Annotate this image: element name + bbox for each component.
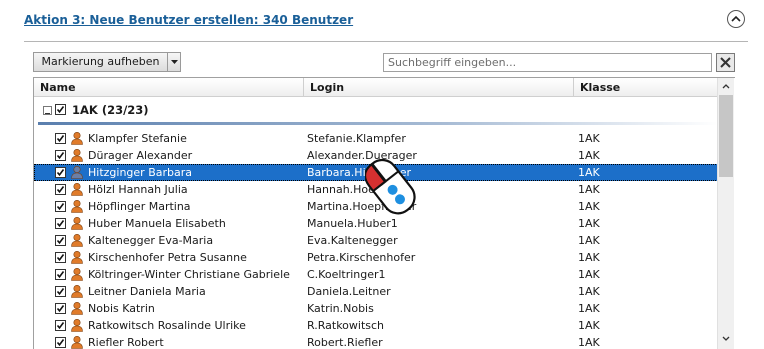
- chevron-up-icon: [722, 83, 730, 88]
- cell-name: Nobis Katrin: [88, 302, 155, 315]
- user-icon: [71, 250, 83, 264]
- group-row[interactable]: 1AK (23/23): [34, 100, 718, 120]
- row-checkbox[interactable]: [55, 218, 66, 229]
- user-icon: [71, 131, 83, 145]
- table-row[interactable]: Klampfer Stefanie Stefanie.Klampfer 1AK: [34, 130, 718, 147]
- cell-name: Ratkowitsch Rosalinde Ulrike: [88, 319, 246, 332]
- table-row[interactable]: Kaltenegger Eva-Maria Eva.Kaltenegger 1AK: [34, 232, 718, 249]
- user-icon: [71, 284, 83, 298]
- cell-login: Robert.Riefler: [307, 336, 383, 349]
- table-row[interactable]: Költringer-Winter Christiane Gabriele C.K…: [34, 266, 718, 283]
- cell-name: Hölzl Hannah Julia: [88, 183, 188, 196]
- close-icon: [720, 57, 731, 68]
- user-icon: [71, 335, 83, 349]
- user-icon: [71, 233, 83, 247]
- cell-name: Leitner Daniela Maria: [88, 285, 206, 298]
- cell-class: 1AK: [578, 132, 600, 145]
- cell-class: 1AK: [578, 200, 600, 213]
- cell-name: Dürager Alexander: [88, 149, 193, 162]
- cell-class: 1AK: [578, 336, 600, 349]
- cell-name: Költringer-Winter Christiane Gabriele: [88, 268, 290, 281]
- row-checkbox[interactable]: [55, 320, 66, 331]
- cell-class: 1AK: [578, 183, 600, 196]
- scroll-up-button[interactable]: [718, 78, 734, 94]
- group-checkbox[interactable]: [55, 104, 66, 115]
- chevron-up-icon: [731, 15, 741, 22]
- cell-class: 1AK: [578, 234, 600, 247]
- user-icon: [71, 199, 83, 213]
- table-row[interactable]: Nobis Katrin Katrin.Nobis 1AK: [34, 300, 718, 317]
- row-checkbox[interactable]: [55, 235, 66, 246]
- user-icon: [71, 318, 83, 332]
- column-header-class[interactable]: Klasse: [574, 78, 718, 97]
- scroll-down-button[interactable]: [718, 330, 734, 346]
- cell-name: Hitzginger Barbara: [88, 166, 192, 179]
- unmark-button[interactable]: Markierung aufheben: [34, 53, 168, 71]
- row-checkbox[interactable]: [55, 286, 66, 297]
- row-checkbox[interactable]: [55, 133, 66, 144]
- row-checkbox[interactable]: [55, 269, 66, 280]
- caret-down-icon: [170, 60, 178, 64]
- group-label: 1AK (23/23): [72, 103, 149, 117]
- cell-class: 1AK: [578, 251, 600, 264]
- user-icon: [71, 216, 83, 230]
- cell-login: Katrin.Nobis: [307, 302, 374, 315]
- section-title-link[interactable]: Aktion 3: Neue Benutzer erstellen: 340 B…: [24, 13, 353, 27]
- cell-login: Stefanie.Klampfer: [307, 132, 406, 145]
- table-row[interactable]: Kirschenhofer Petra Susanne Petra.Kirsche…: [34, 249, 718, 266]
- cell-login: Eva.Kaltenegger: [307, 234, 398, 247]
- cell-name: Kaltenegger Eva-Maria: [88, 234, 214, 247]
- header-divider: [24, 41, 748, 42]
- row-checkbox[interactable]: [55, 167, 66, 178]
- row-checkbox[interactable]: [55, 201, 66, 212]
- collapse-button[interactable]: [727, 10, 745, 28]
- unmark-split-button[interactable]: Markierung aufheben: [33, 52, 181, 72]
- cell-name: Riefler Robert: [88, 336, 164, 349]
- cell-class: 1AK: [578, 285, 600, 298]
- chevron-down-icon: [722, 336, 730, 341]
- cell-class: 1AK: [578, 268, 600, 281]
- unmark-dropdown-button[interactable]: [168, 53, 180, 71]
- cell-class: 1AK: [578, 302, 600, 315]
- cell-class: 1AK: [578, 149, 600, 162]
- user-icon: [71, 301, 83, 315]
- cell-login: R.Ratkowitsch: [307, 319, 385, 332]
- user-icon: [71, 165, 83, 179]
- cell-name: Huber Manuela Elisabeth: [88, 217, 226, 230]
- cell-class: 1AK: [578, 166, 600, 179]
- search-bar: [383, 53, 735, 73]
- user-icon: [71, 148, 83, 162]
- cell-login: C.Koeltringer1: [307, 268, 386, 281]
- table-row[interactable]: Leitner Daniela Maria Daniela.Leitner 1AK: [34, 283, 718, 300]
- user-icon: [71, 267, 83, 281]
- cell-name: Klampfer Stefanie: [88, 132, 187, 145]
- table-row[interactable]: Riefler Robert Robert.Riefler 1AK: [34, 334, 718, 349]
- group-underline: [38, 122, 718, 125]
- column-header-login[interactable]: Login: [304, 78, 574, 97]
- cell-class: 1AK: [578, 319, 600, 332]
- row-checkbox[interactable]: [55, 337, 66, 348]
- search-clear-button[interactable]: [716, 53, 735, 72]
- cell-name: Kirschenhofer Petra Susanne: [88, 251, 247, 264]
- row-checkbox[interactable]: [55, 150, 66, 161]
- vertical-scrollbar[interactable]: [717, 78, 734, 349]
- cell-login: Petra.Kirschenhofer: [307, 251, 416, 264]
- table-row[interactable]: Ratkowitsch Rosalinde Ulrike R.Ratkowitsc…: [34, 317, 718, 334]
- search-input[interactable]: [383, 53, 712, 72]
- row-checkbox[interactable]: [55, 184, 66, 195]
- group-collapse-toggle[interactable]: [43, 106, 52, 115]
- cell-login: Daniela.Leitner: [307, 285, 391, 298]
- user-icon: [71, 182, 83, 196]
- cell-name: Höpflinger Martina: [88, 200, 191, 213]
- column-header-name[interactable]: Name: [34, 78, 304, 97]
- scroll-thumb[interactable]: [719, 95, 733, 177]
- row-checkbox[interactable]: [55, 252, 66, 263]
- row-checkbox[interactable]: [55, 303, 66, 314]
- cell-class: 1AK: [578, 217, 600, 230]
- mouse-click-icon: [365, 158, 416, 215]
